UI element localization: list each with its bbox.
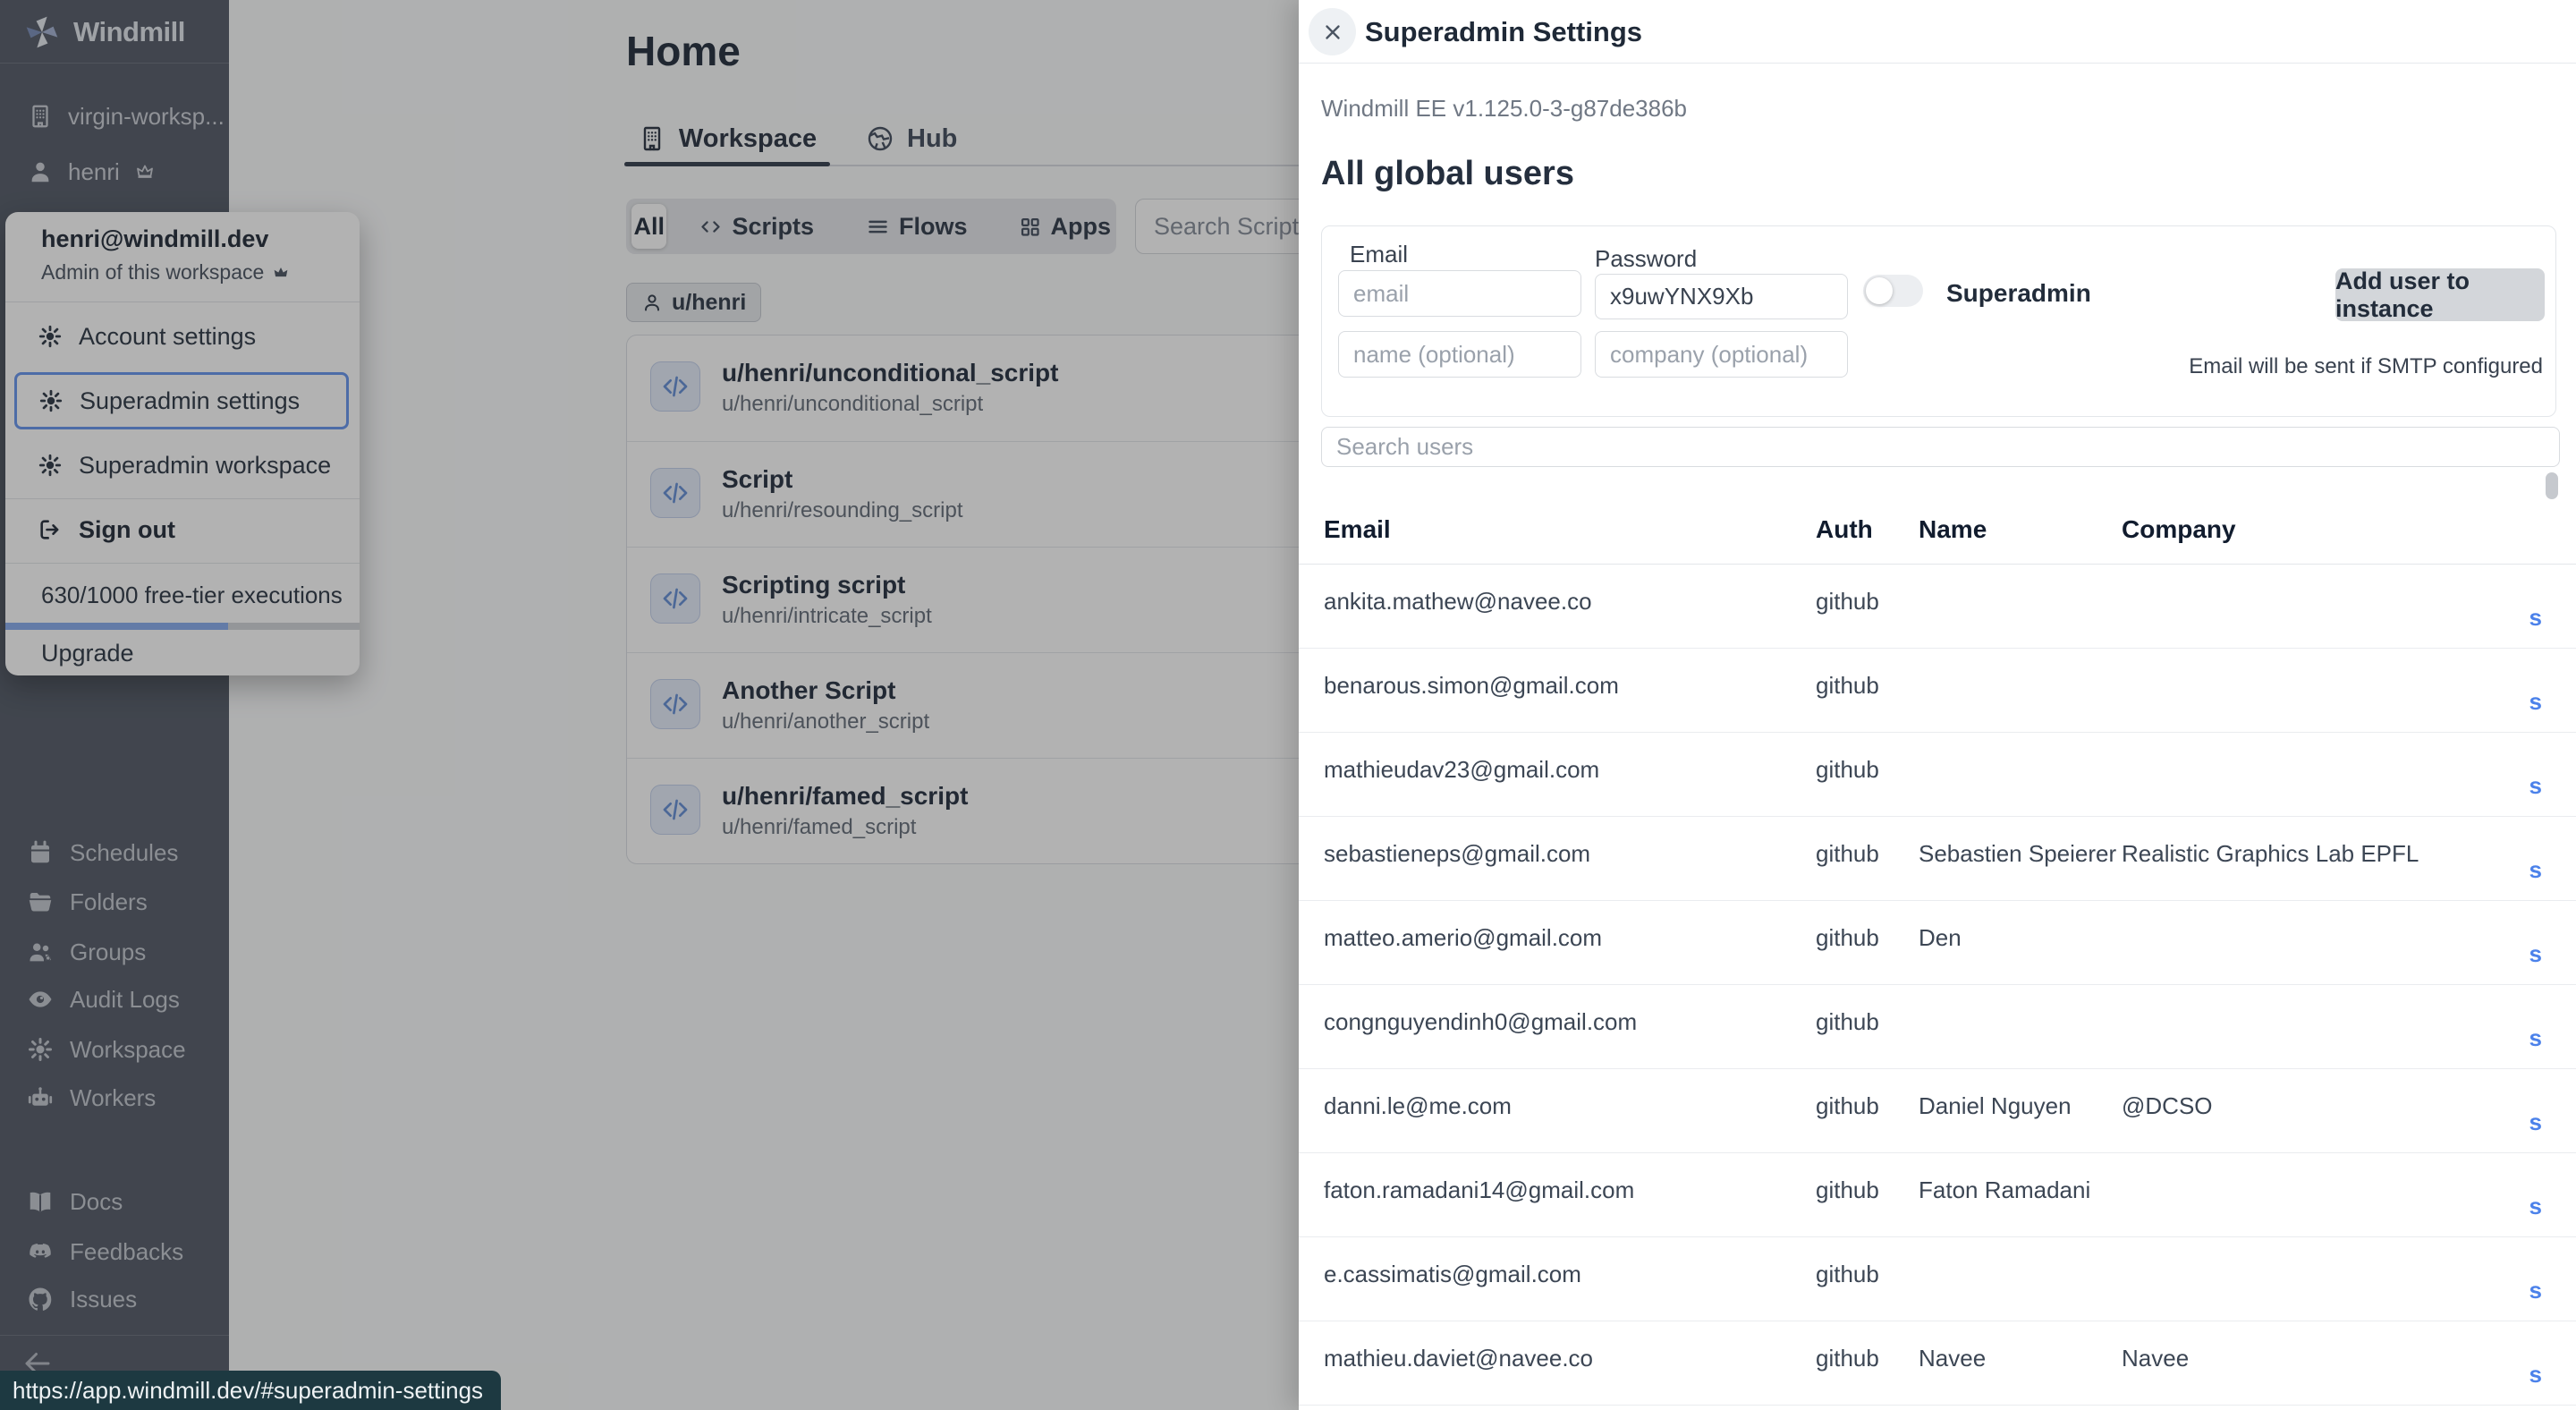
column-header-email: Email bbox=[1324, 515, 1391, 544]
cell-auth: github bbox=[1816, 756, 1879, 784]
users-table: ankita.mathew@navee.co github s benarous… bbox=[1299, 565, 2576, 1406]
version-text: Windmill EE v1.125.0-3-g87de386b bbox=[1321, 95, 1687, 123]
cell-auth: github bbox=[1816, 588, 1879, 616]
toggle-knob bbox=[1866, 277, 1893, 304]
row-action-link[interactable]: s bbox=[2529, 772, 2542, 800]
add-user-button[interactable]: Add user to instance bbox=[2335, 268, 2545, 321]
cell-email: sebastieneps@gmail.com bbox=[1324, 840, 1590, 868]
table-row: congnguyendinh0@gmail.com github s bbox=[1299, 985, 2576, 1069]
panel-header-divider bbox=[1299, 63, 2576, 64]
cell-name: Den bbox=[1919, 924, 1962, 952]
browser-status-url: https://app.windmill.dev/#superadmin-set… bbox=[0, 1371, 501, 1410]
table-row: faton.ramadani14@gmail.com github Faton … bbox=[1299, 1153, 2576, 1237]
table-row: e.cassimatis@gmail.com github s bbox=[1299, 1237, 2576, 1321]
table-row: benarous.simon@gmail.com github s bbox=[1299, 649, 2576, 733]
scrollbar-thumb[interactable] bbox=[2546, 472, 2558, 499]
windmill-app: Windmill virgin-worksp... henri bbox=[0, 0, 2576, 1410]
cell-auth: github bbox=[1816, 1345, 1879, 1372]
row-action-link[interactable]: s bbox=[2529, 688, 2542, 716]
cell-auth: github bbox=[1816, 1176, 1879, 1204]
cell-auth: github bbox=[1816, 672, 1879, 700]
cell-auth: github bbox=[1816, 1092, 1879, 1120]
cell-auth: github bbox=[1816, 1261, 1879, 1288]
row-action-link[interactable]: s bbox=[2529, 856, 2542, 884]
cell-email: matteo.amerio@gmail.com bbox=[1324, 924, 1602, 952]
cell-auth: github bbox=[1816, 840, 1879, 868]
column-header-company: Company bbox=[2122, 515, 2236, 544]
cell-email: ankita.mathew@navee.co bbox=[1324, 588, 1592, 616]
superadmin-settings-panel: Superadmin Settings Windmill EE v1.125.0… bbox=[1299, 0, 2576, 1410]
password-label: Password bbox=[1595, 245, 1697, 273]
cell-email: congnguyendinh0@gmail.com bbox=[1324, 1008, 1637, 1036]
cell-auth: github bbox=[1816, 924, 1879, 952]
table-row: danni.le@me.com github Daniel Nguyen @DC… bbox=[1299, 1069, 2576, 1153]
row-action-link[interactable]: s bbox=[2529, 1361, 2542, 1389]
cell-name: Navee bbox=[1919, 1345, 1986, 1372]
panel-title: Superadmin Settings bbox=[1365, 16, 1642, 48]
cell-email: e.cassimatis@gmail.com bbox=[1324, 1261, 1581, 1288]
close-panel-button[interactable] bbox=[1309, 8, 1356, 55]
cell-email: mathieudav23@gmail.com bbox=[1324, 756, 1599, 784]
row-action-link[interactable]: s bbox=[2529, 1277, 2542, 1304]
table-row: matteo.amerio@gmail.com github Den s bbox=[1299, 901, 2576, 985]
table-row: sebastieneps@gmail.com github Sebastien … bbox=[1299, 817, 2576, 901]
table-row: mathieu.daviet@navee.co github Navee Nav… bbox=[1299, 1321, 2576, 1406]
password-field[interactable] bbox=[1595, 274, 1848, 319]
smtp-note: Email will be sent if SMTP configured bbox=[2189, 354, 2543, 379]
row-action-link[interactable]: s bbox=[2529, 1193, 2542, 1220]
superadmin-toggle-label: Superadmin bbox=[1946, 279, 2091, 308]
cell-company: Realistic Graphics Lab EPFL bbox=[2122, 840, 2419, 868]
row-action-link[interactable]: s bbox=[2529, 1108, 2542, 1136]
table-row: mathieudav23@gmail.com github s bbox=[1299, 733, 2576, 817]
column-header-name: Name bbox=[1919, 515, 1987, 544]
cell-email: faton.ramadani14@gmail.com bbox=[1324, 1176, 1634, 1204]
backdrop-overlay[interactable] bbox=[0, 0, 1299, 1410]
table-row: ankita.mathew@navee.co github s bbox=[1299, 565, 2576, 649]
cell-name: Sebastien Speierer bbox=[1919, 840, 2116, 868]
row-action-link[interactable]: s bbox=[2529, 940, 2542, 968]
cell-email: danni.le@me.com bbox=[1324, 1092, 1512, 1120]
cell-email: mathieu.daviet@navee.co bbox=[1324, 1345, 1593, 1372]
email-field[interactable] bbox=[1338, 270, 1581, 317]
email-label: Email bbox=[1350, 241, 1408, 268]
search-users-input[interactable] bbox=[1321, 427, 2560, 467]
cell-name: Faton Ramadani bbox=[1919, 1176, 2090, 1204]
cell-company: Navee bbox=[2122, 1345, 2189, 1372]
cell-company: @DCSO bbox=[2122, 1092, 2213, 1120]
add-user-form: Email Password Superadmin Add user to in… bbox=[1321, 225, 2556, 417]
cell-email: benarous.simon@gmail.com bbox=[1324, 672, 1619, 700]
cell-auth: github bbox=[1816, 1008, 1879, 1036]
cell-name: Daniel Nguyen bbox=[1919, 1092, 2072, 1120]
company-field[interactable] bbox=[1595, 331, 1848, 378]
close-icon bbox=[1321, 21, 1344, 44]
column-header-auth: Auth bbox=[1816, 515, 1873, 544]
row-action-link[interactable]: s bbox=[2529, 1024, 2542, 1052]
superadmin-toggle[interactable] bbox=[1863, 275, 1923, 307]
all-global-users-heading: All global users bbox=[1321, 155, 1574, 193]
row-action-link[interactable]: s bbox=[2529, 604, 2542, 632]
name-field[interactable] bbox=[1338, 331, 1581, 378]
